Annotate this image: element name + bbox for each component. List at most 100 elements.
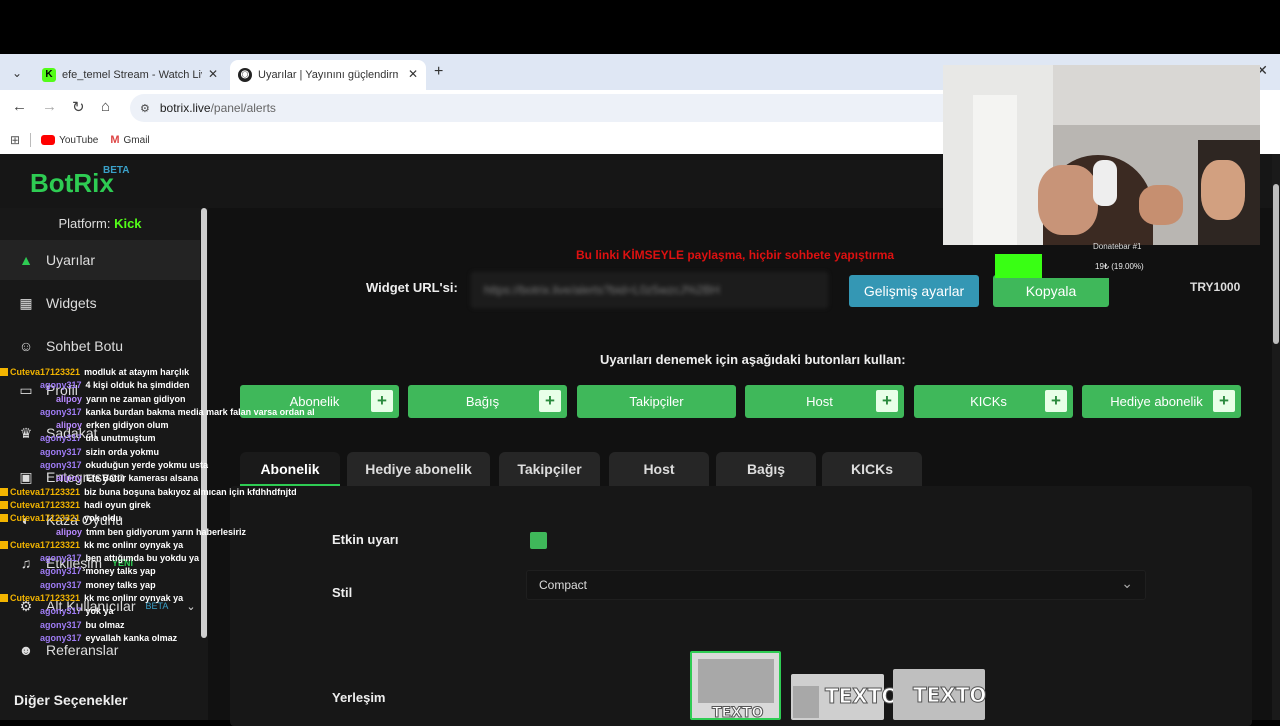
chat-text: kanka burdan bakma media mark falan vars… (85, 406, 315, 417)
subscriber-badge-icon (0, 514, 8, 523)
sidebar-item-chatbot[interactable]: ☺ Sohbet Botu (0, 326, 200, 366)
chat-username: Cuteva17123321 (10, 367, 81, 377)
tab-title: efe_temel Stream - Watch Live o (62, 69, 202, 81)
chat-message: Cuteva17123321 kk mc onlinr oynyak ya (0, 592, 320, 605)
chat-username: alipoy (56, 473, 83, 484)
donation-amount: 19₺ (19.00%) (1095, 262, 1144, 271)
chat-text: okuduğun yerde yokmu usta (85, 460, 209, 471)
chat-message: Cuteva17123321 hadi oyun girek (0, 499, 320, 512)
kick-favicon-icon: K (42, 68, 56, 82)
new-tab-button[interactable]: + (434, 63, 443, 81)
close-tab-icon[interactable]: ✕ (208, 67, 218, 81)
donation-bar-overlay: Donatebar #1 19₺ (19.00%) (993, 240, 1243, 280)
chat-username: alipoy (56, 526, 83, 537)
browser-tab-kick[interactable]: K efe_temel Stream - Watch Live o ✕ (34, 60, 226, 90)
layout-text-preview: TEXTO (824, 684, 899, 709)
chat-username: agony317 (40, 579, 82, 590)
webcam-overlay (943, 65, 1260, 245)
robot-icon: ☺ (18, 338, 34, 354)
back-arrow-icon[interactable]: ← (12, 98, 27, 115)
chat-message: Cuteva17123321 biz buna boşuna bakıyoz al… (0, 486, 320, 499)
sidebar-item-label: Uyarılar (46, 252, 96, 268)
browser-tab-botrix[interactable]: ◉ Uyarılar | Yayınını güçlendirmek ✕ (230, 60, 426, 90)
chat-username: agony317 (40, 632, 82, 643)
tab-gift-sub[interactable]: Hediye abonelik (347, 452, 490, 486)
apps-grid-icon[interactable]: ⊞ (10, 133, 20, 147)
button-label: Hediye abonelik (1110, 394, 1203, 409)
chat-username: agony317 (40, 460, 82, 471)
gmail-icon: M (110, 134, 120, 146)
chat-message: agony317 sizin orda yokmu (0, 446, 320, 459)
enabled-checkbox[interactable] (530, 532, 547, 549)
widget-url-label: Widget URL'si: (366, 280, 458, 295)
plus-icon: + (1045, 390, 1067, 412)
chat-username: Cuteva17123321 (10, 486, 81, 497)
chat-message: agony317 ben attığımda bu yokdu ya (0, 552, 320, 565)
select-value: Compact (539, 578, 588, 592)
chat-message: agony317 ula unutmuştum (0, 432, 320, 445)
site-info-icon[interactable]: ⚙ (140, 102, 150, 115)
home-icon[interactable]: ⌂ (101, 98, 110, 115)
test-gift-sub-button[interactable]: Hediye abonelik + (1082, 385, 1241, 418)
tab-followers[interactable]: Takipçiler (499, 452, 600, 486)
button-label: Host (806, 394, 833, 409)
chat-text: yok ya (85, 606, 114, 617)
style-select[interactable]: Compact ⌄ (526, 570, 1146, 600)
chat-text: kk mc onlinr oynyak ya (84, 593, 184, 604)
page-scrollbar[interactable] (1272, 154, 1280, 720)
layout-text-preview: TEXTO (912, 683, 987, 708)
chat-username: alipoy (56, 393, 83, 404)
widget-url-field[interactable]: https://botrix.live/alerts?bid=L0z5wzcJ%… (471, 272, 828, 308)
chat-text: Efe Batur kamerası alsana (86, 473, 199, 484)
chat-text: eyvallah kanka olmaz (85, 632, 178, 643)
chat-username: agony317 (40, 406, 82, 417)
sidebar-item-widgets[interactable]: ▦ Widgets (0, 283, 200, 323)
plus-icon: + (539, 390, 561, 412)
botrix-logo[interactable]: BotRix (30, 168, 114, 199)
style-label: Stil (332, 585, 353, 600)
platform-label: Platform: (58, 216, 111, 231)
platform-indicator: Platform: Kick (0, 216, 200, 231)
reload-icon[interactable]: ↻ (72, 98, 85, 116)
test-host-button[interactable]: Host + (745, 385, 904, 418)
forward-arrow-icon[interactable]: → (42, 98, 57, 115)
donation-title: Donatebar #1 (1093, 242, 1142, 251)
sidebar-item-label: Widgets (46, 295, 97, 311)
stream-chat-overlay: Cuteva17123321 modluk at atayım harçlık ag… (0, 366, 320, 656)
bookmark-youtube[interactable]: YouTube (41, 135, 98, 146)
test-followers-button[interactable]: Takipçiler (577, 385, 736, 418)
chat-username: agony317 (40, 446, 82, 457)
chat-message: alipoy tmm ben gidiyorum yarın haberlesir… (0, 526, 320, 539)
chat-text: hadi oyun girek (84, 499, 151, 510)
button-label: KICKs (970, 394, 1007, 409)
chat-username: agony317 (40, 380, 82, 391)
tab-kicks[interactable]: KICKs (822, 452, 922, 486)
advanced-settings-button[interactable]: Gelişmiş ayarlar (849, 275, 979, 307)
bookmark-label: Gmail (123, 134, 150, 146)
layout-text-preview: TEXTO (711, 705, 764, 722)
chat-username: Cuteva17123321 (10, 539, 81, 550)
test-kicks-button[interactable]: KICKs + (914, 385, 1073, 418)
platform-value[interactable]: Kick (114, 216, 141, 231)
plus-icon: + (1213, 390, 1235, 412)
chat-message: agony317 yok ya (0, 605, 320, 618)
bookmark-gmail[interactable]: M Gmail (110, 134, 149, 146)
sidebar-item-alerts[interactable]: ▲ Uyarılar (0, 240, 200, 280)
test-donation-button[interactable]: Bağış + (408, 385, 567, 418)
chat-text: kk mc onlinr oynyak ya (84, 539, 184, 550)
donation-goal: TRY1000 (1190, 280, 1241, 294)
layout-option-stacked[interactable]: TEXTO (690, 651, 781, 722)
chat-message: agony317 4 kişi olduk ha şimdiden (0, 379, 320, 392)
scrollbar-thumb[interactable] (1273, 184, 1279, 344)
tab-donation[interactable]: Bağış (716, 452, 816, 486)
layout-option-side[interactable]: TEXTO (791, 674, 899, 720)
tab-search-button[interactable]: ⌄ (6, 62, 28, 84)
close-tab-icon[interactable]: ✕ (408, 67, 418, 81)
chat-text: bu olmaz (85, 619, 125, 630)
chat-message: Cuteva17123321 modluk at atayım harçlık (0, 366, 320, 379)
tab-title: Uyarılar | Yayınını güçlendirmek (258, 69, 398, 81)
subscriber-badge-icon (0, 487, 8, 496)
bookmark-label: YouTube (59, 134, 99, 146)
layout-option-overlay[interactable]: TEXTO (893, 669, 987, 720)
tab-host[interactable]: Host (609, 452, 709, 486)
